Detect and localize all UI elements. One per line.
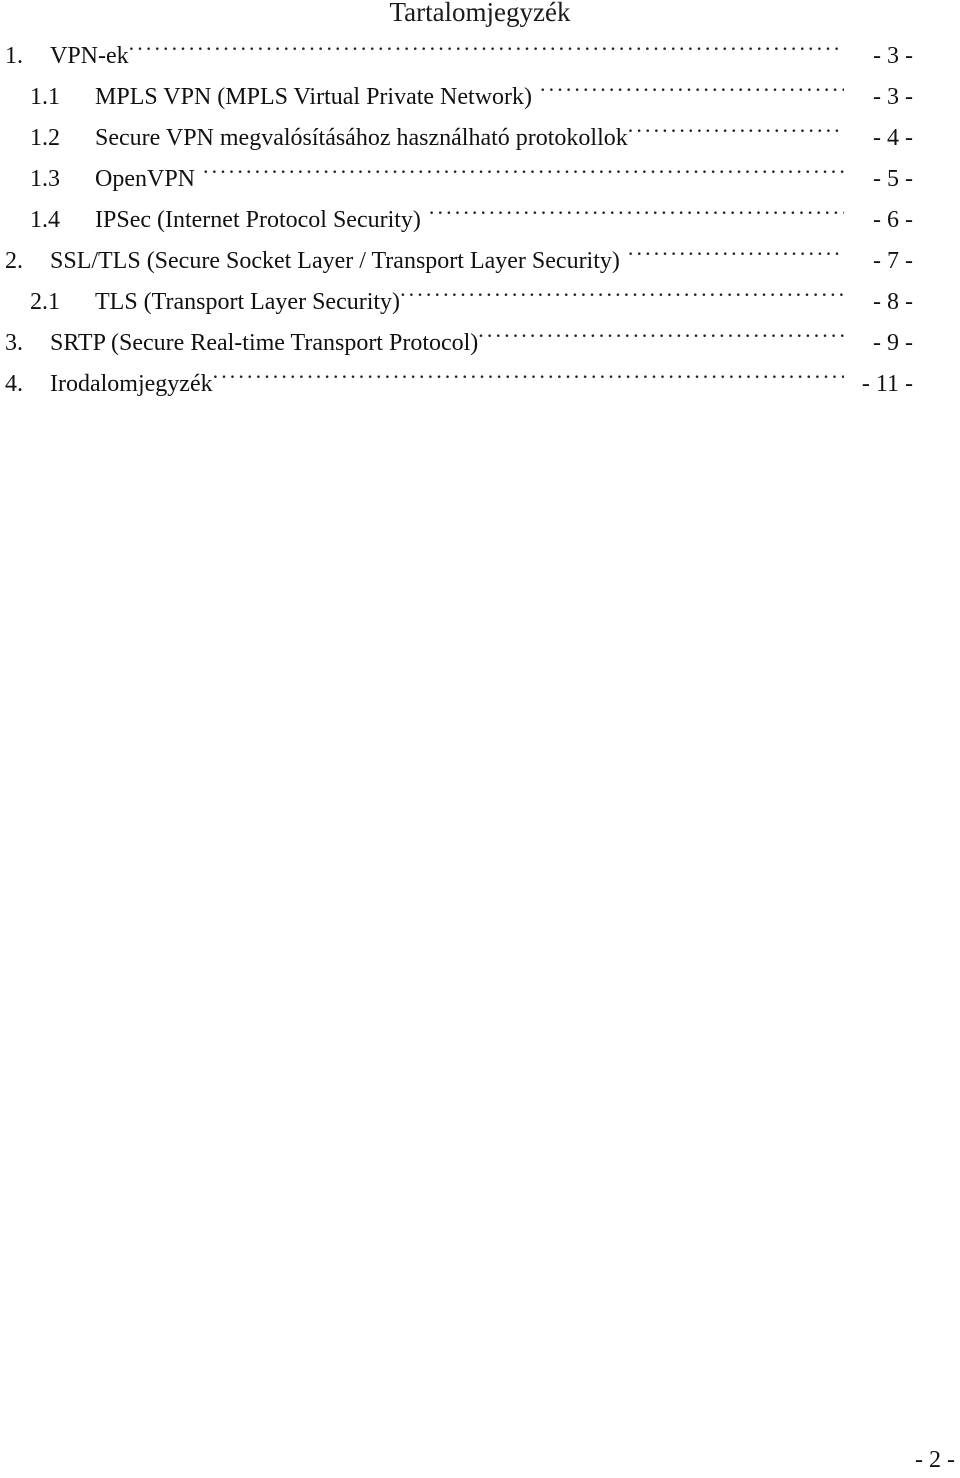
toc-leader-dots [478, 326, 844, 350]
toc-entry-number: 1.3 [30, 166, 60, 192]
toc-entry-title: Irodalomjegyzék [50, 371, 213, 397]
toc-entry-page-number: - 5 - [873, 166, 913, 192]
toc-entry[interactable]: 4. Irodalomjegyzék - 11 - [0, 364, 960, 405]
toc-entry-page-number: - 3 - [873, 84, 913, 110]
toc-entry[interactable]: 1.3 OpenVPN - 5 - [0, 159, 960, 200]
toc-entry-page-number: - 4 - [873, 125, 913, 151]
toc-entry-number: 4. [5, 371, 23, 397]
toc-leader-dots [129, 39, 844, 63]
toc-leader-dots [628, 244, 844, 268]
document-page: Tartalomjegyzék 1. VPN-ek - 3 - 1.1 MPLS VPN… [0, 0, 960, 1478]
toc-entry-page-number: - 9 - [873, 330, 913, 356]
table-of-contents: 1. VPN-ek - 3 - 1.1 MPLS VPN (MPLS Virtual P… [0, 36, 960, 405]
toc-entry-title: TLS (Transport Layer Security) [95, 289, 401, 315]
toc-entry-number: 3. [5, 330, 23, 356]
toc-entry-page-number: - 3 - [873, 43, 913, 69]
toc-entry[interactable]: 1. VPN-ek - 3 - [0, 36, 960, 77]
toc-entry-title: SSL/TLS (Secure Socket Layer / Transport… [50, 248, 620, 274]
toc-leader-dots [628, 121, 844, 145]
toc-entry-page-number: - 7 - [873, 248, 913, 274]
toc-entry[interactable]: 2.1 TLS (Transport Layer Security) - 8 - [0, 282, 960, 323]
page-title: Tartalomjegyzék [389, 0, 571, 27]
toc-leader-dots [400, 285, 844, 309]
toc-entry-title: IPSec (Internet Protocol Security) [95, 207, 421, 233]
toc-entry-title: SRTP (Secure Real-time Transport Protoco… [50, 330, 479, 356]
toc-entry-number: 2.1 [30, 289, 60, 315]
toc-entry[interactable]: 1.2 Secure VPN megvalósításához használha… [0, 118, 960, 159]
toc-entry[interactable]: 3. SRTP (Secure Real-time Transport Proto… [0, 323, 960, 364]
toc-entry-number: 1.1 [30, 84, 60, 110]
toc-leader-dots [540, 80, 844, 104]
toc-entry-title: MPLS VPN (MPLS Virtual Private Network) [95, 84, 533, 110]
toc-entry-number: 1.2 [30, 125, 60, 151]
toc-entry-page-number: - 6 - [873, 207, 913, 233]
toc-entry-page-number: - 8 - [873, 289, 913, 315]
toc-entry-number: 2. [5, 248, 23, 274]
toc-entry[interactable]: 2. SSL/TLS (Secure Socket Layer / Transpo… [0, 241, 960, 282]
toc-entry-number: 1.4 [30, 207, 60, 233]
toc-entry-title: VPN-ek [50, 43, 129, 69]
toc-entry[interactable]: 1.1 MPLS VPN (MPLS Virtual Private Networ… [0, 77, 960, 118]
toc-leader-dots [213, 367, 844, 391]
toc-entry-number: 1. [5, 43, 23, 69]
toc-leader-dots [429, 203, 844, 227]
toc-leader-dots [203, 162, 844, 186]
footer-page-number: - 2 - [915, 1447, 955, 1473]
toc-entry-title: OpenVPN [95, 166, 195, 192]
toc-entry-page-number: - 11 - [861, 371, 913, 397]
toc-entry-title: Secure VPN megvalósításához használható … [95, 125, 628, 151]
toc-entry[interactable]: 1.4 IPSec (Internet Protocol Security) - 6… [0, 200, 960, 241]
